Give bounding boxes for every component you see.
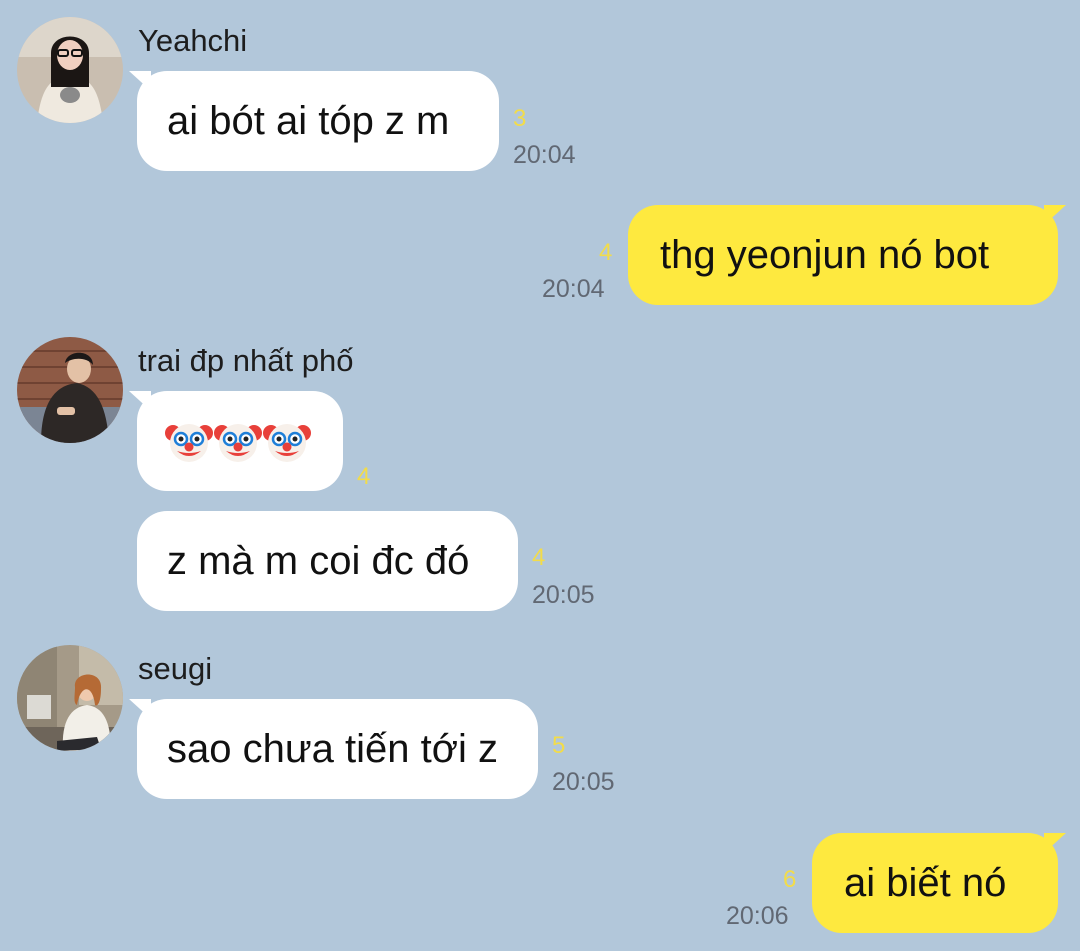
emoji-message-bubble[interactable] [129,391,343,491]
message-text: sao chưa tiến tới z [167,726,498,771]
message-time: 20:04 [542,275,605,303]
message-time: 20:05 [552,768,615,796]
bubble-tail [1044,833,1066,853]
clown-face-icon [165,424,213,462]
message-text: ai biết nó [844,860,1007,905]
my-message-bubble[interactable]: ai biết nó [812,833,1066,933]
bubble-tail [129,391,151,411]
bubble-tail [129,699,151,719]
avatar-seugi[interactable] [17,645,123,751]
message-text: z mà m coi đc đó [167,538,470,583]
message-bubble[interactable]: sao chưa tiến tới z [129,699,538,799]
unread-count: 5 [552,732,566,759]
unread-count: 4 [599,239,613,266]
avatar-trai-dp-nhat-pho[interactable] [17,337,123,443]
clown-face-icon [263,424,311,462]
message-bubble[interactable]: z mà m coi đc đó [137,511,518,611]
message-text: ai bót ai tóp z m [167,98,450,143]
sender-name-yeahchi: Yeahchi [138,23,248,58]
bubble-tail [1044,205,1066,225]
message-time: 20:05 [532,581,595,609]
unread-count: 4 [532,544,546,571]
message-text: thg yeonjun nó bot [660,232,990,277]
bubble-tail [129,71,151,91]
my-message-bubble[interactable]: thg yeonjun nó bot [628,205,1066,305]
unread-count: 3 [513,105,527,132]
message-bubble[interactable]: ai bót ai tóp z m [129,71,499,171]
sender-name-seugi: seugi [138,651,213,686]
avatar-yeahchi[interactable] [17,17,123,123]
unread-count: 4 [357,463,371,490]
sender-name-trai-dp-nhat-pho: trai đp nhất phố [138,343,354,378]
unread-count: 6 [783,866,797,893]
message-time: 20:04 [513,141,576,169]
message-time: 20:06 [726,902,789,930]
clown-face-icon [214,424,262,462]
